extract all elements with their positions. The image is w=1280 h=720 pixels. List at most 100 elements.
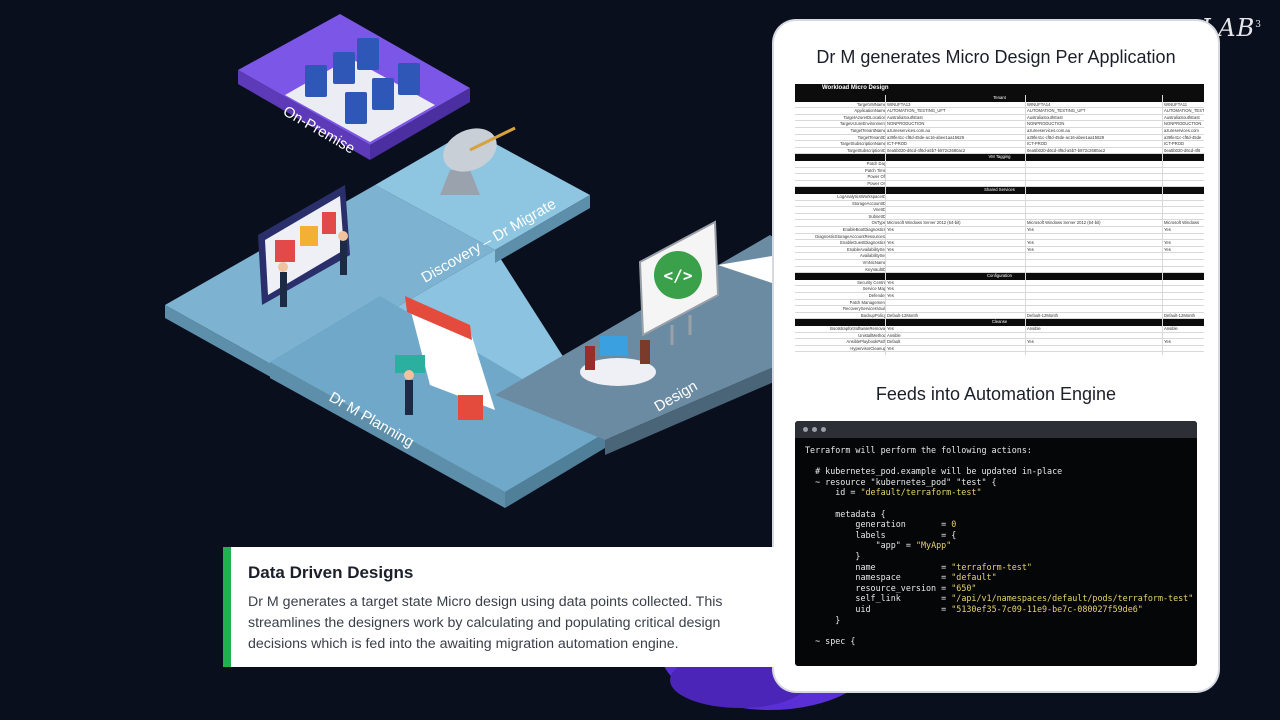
terminal-text: metadata { [805, 508, 886, 519]
window-dot-icon [812, 427, 817, 432]
sheet-field-name: DiagnosticStorageAccountResourceId [815, 233, 886, 239]
terminal-text: Terraform will perform the following act… [805, 445, 1032, 455]
sheet-cell: WINUFTA14 [1027, 101, 1051, 107]
sheet-field-name: TargetAzureEnvironment [839, 121, 886, 127]
card-subtitle: Feeds into Automation Engine [875, 384, 1117, 404]
sheet-cell: AUTOMATION_TESTING_UFT [887, 108, 946, 114]
terminal-string: "MyApp" [915, 540, 952, 551]
sheet-cell: AustraliaSouthEast [887, 114, 923, 120]
terminal-title-bar [795, 421, 1197, 438]
terminal-line: } [805, 615, 1193, 626]
sheet-cell: Default-12Month [887, 312, 918, 318]
sheet-row: BackupPolicy Default-12Month Default-12Mon… [795, 313, 1204, 320]
terminal-string: "default" [951, 572, 997, 583]
sheet-row: LogAnalyticsWorkspaceID [795, 194, 1204, 201]
terminal-string: "650" [951, 582, 977, 593]
sheet-row: UnistallMethod Ansible [795, 333, 1204, 340]
terminal-text: generation = [805, 519, 952, 530]
sheet-row: RecoveryServicesVault [795, 306, 1204, 313]
callout-body: Dr M generates a target state Micro desi… [248, 594, 723, 652]
sheet-field-name: OsType [871, 220, 886, 226]
terminal-text: resource_version = [805, 582, 952, 593]
sheet-field-name: BackupPolicy [860, 312, 886, 318]
sheet-cell: Yes [887, 227, 894, 232]
terminal-string: "5130ef35-7c09-11e9-be7c-080027f59de6" [951, 603, 1143, 614]
sheet-row: OsType Microsoft Windows Server 2012 (64-… [795, 220, 1204, 227]
terminal-line: uid = "5130ef35-7c09-11e9-be7c-080027f59… [805, 604, 1193, 615]
sheet-row: Patch Day [795, 161, 1204, 168]
terminal-string: "terraform-test" [951, 561, 1032, 572]
sheet-row: Power On [795, 181, 1204, 188]
sheet-cell: Yes [887, 345, 894, 351]
terminal-line: } [805, 551, 1193, 562]
sheet-field-name: Security Centre [857, 279, 886, 285]
terminal-text: name = [805, 561, 952, 572]
terminal-line: namespace = "default" [805, 572, 1193, 583]
sheet-cell: WINUFTA11 [1164, 101, 1188, 107]
terminal-line: metadata { [805, 509, 1193, 520]
sheet-field-name: Power On [867, 180, 886, 186]
terminal-line: Terraform will perform the following act… [805, 445, 1193, 456]
sheet-field-name: RecoveryServicesVault [843, 306, 886, 312]
terminal-line: # kubernetes_pod.example will be updated… [805, 466, 1193, 477]
terminal-text: namespace = [805, 572, 952, 583]
sheet-section-row: Shared Services [795, 187, 1204, 194]
terminal-text: id = [805, 487, 861, 498]
sheet-cell: a39fe41c-cf8d-45de-ac16-abee1aa15629 [1027, 134, 1105, 140]
sheet-column-divider [1162, 95, 1163, 355]
terminal-text: uid = [805, 603, 952, 614]
sheet-cell: Default-12Month [1164, 312, 1195, 318]
sheet-section-row: Cleanse [795, 319, 1204, 326]
sheet-field-name: TargetTenantID [857, 134, 886, 140]
sheet-cell: WINUFTA13 [887, 101, 911, 107]
terminal-output: Terraform will perform the following act… [805, 445, 1193, 646]
sheet-cell: 0ea5b020-d6cd-4f6d-a5b7-b872c2680ac2 [887, 147, 966, 153]
sheet-cell: Yes [887, 326, 894, 331]
sheet-cell: NONPRODUCTION [1027, 121, 1065, 127]
sheet-cell: Default [887, 339, 901, 345]
sheet-field-name: Patch Time [865, 167, 886, 173]
sheet-row: BootstrapforSoftwareRemoval Yes Ansible Ans… [795, 326, 1204, 333]
sheet-cell: Yes [887, 279, 894, 285]
terminal-text: labels = { [805, 529, 957, 540]
sheet-cell: AUTOMATION_TESTI [1164, 108, 1204, 114]
micro-design-card: Dr M generates Micro Design Per Applicat… [774, 21, 1218, 691]
sheet-cell: AustraliaSouthEast [1164, 114, 1200, 120]
sheet-field-name: TargetSubscriptionName [840, 141, 886, 147]
sheet-field-name: TargetTenantName [850, 128, 886, 133]
sheet-row: Security Centre Yes [795, 280, 1204, 287]
sheet-field-name: BootstrapforSoftwareRemoval [830, 326, 886, 331]
sheet-cell: Yes [1027, 339, 1034, 345]
sheet-cell: Ansible [1164, 326, 1178, 331]
sheet-row: Patch Time [795, 168, 1204, 175]
sheet-field-name: KeyVaultID [865, 266, 886, 272]
sheet-cell: ICT-PROD [1027, 141, 1048, 147]
terraform-terminal: Terraform will perform the following act… [795, 421, 1197, 666]
terminal-line: ~ spec { [805, 636, 1193, 647]
sheet-section-label: VM Tagging [988, 154, 1011, 160]
micro-design-spreadsheet: Workload Micro Design Tenant TargetVMName… [795, 84, 1204, 355]
sheet-field-name: TargetVMName [856, 101, 886, 107]
sheet-cell: Yes [1164, 227, 1171, 232]
terminal-line: name = "terraform-test" [805, 562, 1193, 573]
logo-sup: 3 [1255, 20, 1262, 30]
sheet-field-name: TargetSubscriptionID [847, 147, 886, 153]
sheet-section-label: Configuration [987, 273, 1012, 279]
sheet-cell: Microsoft Windows Server 2012 (64-bit) [1027, 220, 1101, 226]
sheet-row: TargetAzureIDLocation AustraliaSouthEast A… [795, 115, 1204, 122]
sheet-row: AnsiblePlaybookPath Default Yes Yes [795, 339, 1204, 346]
sheet-section-row: Configuration [795, 273, 1204, 280]
sheet-cell: 0ea5b020-d6cd-4f6 [1164, 147, 1201, 153]
sheet-row: TargetTenantID a39fe41c-cf8d-45de-ac16-ab… [795, 135, 1204, 142]
sheet-cell: a39fe41c-cf8d-45de-ac16-abee1aa15629 [887, 134, 965, 140]
terminal-text: # kubernetes_pod.example will be updated… [805, 466, 1063, 477]
terminal-line: ~ resource "kubernetes_pod" "test" { [805, 477, 1193, 488]
terminal-text: } [805, 614, 841, 625]
sheet-cell: Yes [1027, 240, 1034, 246]
sheet-cell: Yes [1164, 246, 1171, 252]
terminal-line: labels = { [805, 530, 1193, 541]
sheet-row: VnetID [795, 207, 1204, 214]
sheet-section-label: Tenant [993, 95, 1006, 100]
sheet-cell: Yes [1027, 246, 1034, 252]
